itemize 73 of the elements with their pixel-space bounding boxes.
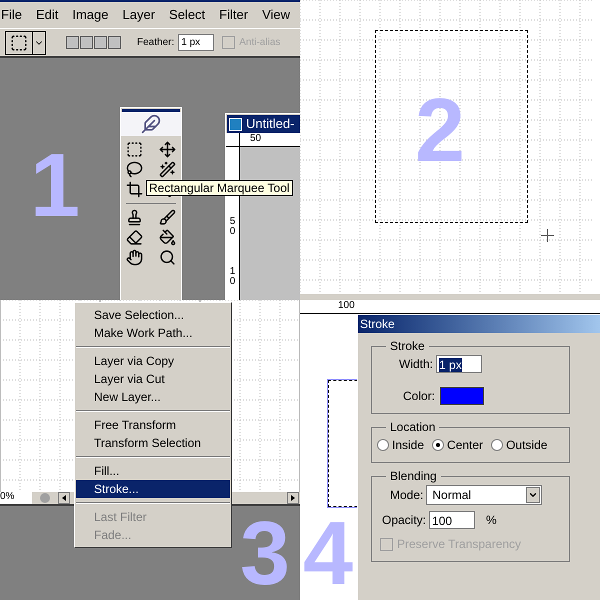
step-number: 3 [240,518,290,590]
mode-label: Mode: [390,487,424,504]
zoom-field[interactable]: 0% [0,492,32,504]
tooltip: Rectangular Marquee Tool [146,180,293,196]
opacity-field[interactable]: 100 [429,511,476,529]
color-label: Color: [403,388,436,405]
width-label: Width: [399,356,434,373]
feather-label: Feather: [137,36,174,50]
ruler-label: 50 [228,217,236,237]
radio-button[interactable] [377,439,389,451]
menu-item[interactable]: Fill... [76,462,230,480]
menu-item[interactable]: Layer [122,5,156,25]
opacity-label: Opacity: [382,512,426,529]
mode-dropdown[interactable]: Normal [426,485,542,505]
step-number: 2 [415,95,466,167]
selection-mode-icon[interactable] [94,36,107,49]
menu-item[interactable]: Layer via Copy [76,352,230,370]
group-title: Blending [389,468,438,485]
lasso-icon[interactable] [126,161,143,178]
rectangle-select-icon[interactable] [126,141,143,158]
menu-item[interactable]: Layer via Cut [76,370,230,388]
top-ruler: 100 [300,300,600,314]
menu-item[interactable]: Make Work Path... [76,324,230,342]
move-icon[interactable] [159,141,176,158]
menu-item[interactable]: Filter [219,5,248,25]
menu-item[interactable]: Image [72,5,108,25]
radio-button[interactable] [432,439,444,451]
brush-icon[interactable] [159,209,176,226]
radio-label: Outside [506,437,548,454]
menu-item[interactable]: New Layer... [76,388,230,406]
selection-mode-icon[interactable] [80,36,93,49]
right-arrow-icon [291,495,295,501]
document-icon [229,118,242,130]
tool-preset-button[interactable] [5,30,46,54]
selection-mode-icon[interactable] [108,36,121,49]
feather-icon [141,114,161,134]
scroll-left-button[interactable] [58,492,70,504]
crop-icon[interactable] [126,181,143,198]
menu-item[interactable]: Stroke... [76,480,230,498]
menu-item[interactable]: Transform Selection [76,434,230,452]
menu-item[interactable]: Edit [36,5,58,25]
menu-item[interactable]: View [262,5,290,25]
eraser-icon[interactable] [126,229,143,246]
group-title: Stroke [389,338,426,355]
left-arrow-icon [62,495,66,501]
group-title: Location [389,419,436,436]
width-field[interactable]: 1 px [436,355,482,373]
radio-button[interactable] [491,439,504,451]
rectangle-select-icon [10,34,28,52]
menu-item[interactable]: File [1,5,22,25]
menu-item[interactable]: Save Selection... [76,306,230,324]
wand-icon[interactable] [159,161,176,178]
top-ruler: 50 [240,133,300,147]
selection-mode-icon[interactable] [66,36,79,49]
crosshair-cursor-icon [541,229,554,242]
color-swatch[interactable] [440,387,484,405]
search-icon[interactable] [159,249,176,266]
dialog-title-bar: Stroke [358,315,600,333]
radio-label: Inside [392,437,424,454]
hand-icon[interactable] [126,249,143,266]
paint-bucket-icon[interactable] [159,229,176,246]
stamp-icon[interactable] [126,209,143,226]
step-number: 4 [303,518,354,590]
menu-item[interactable]: Select [169,5,206,25]
feather-field[interactable]: 1 px [178,34,214,51]
step-number: 1 [30,150,80,222]
ruler-label: 10 [228,267,236,287]
scroll-right-button[interactable] [287,492,299,504]
menu-item[interactable]: Free Transform [76,416,230,434]
caret-icon [528,490,538,500]
opacity-unit: % [486,512,497,529]
radio-label: Center [447,437,484,454]
document-title: Untitled- [246,115,294,134]
